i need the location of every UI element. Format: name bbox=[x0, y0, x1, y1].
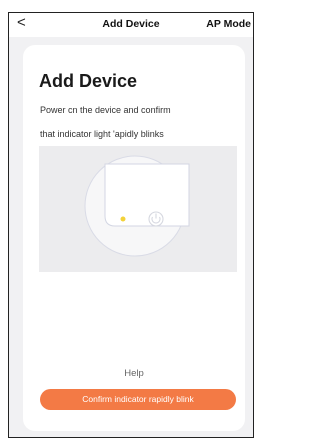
top-bar: < Add Device AP Mode bbox=[9, 13, 253, 37]
help-link[interactable]: Help bbox=[23, 368, 245, 379]
device-illustration-panel bbox=[39, 146, 237, 272]
ap-mode-button[interactable]: AP Mode bbox=[206, 18, 251, 30]
description-line-2: that indicator light 'apidly blinks bbox=[40, 129, 164, 139]
indicator-light-icon bbox=[120, 216, 126, 222]
device-body bbox=[104, 163, 190, 227]
confirm-blink-button[interactable]: Confirm indicator rapidly blink bbox=[40, 389, 236, 410]
add-device-card: Add Device Power cn the device and confi… bbox=[23, 45, 245, 431]
device-illustration bbox=[84, 155, 190, 257]
description-line-1: Power cn the device and confirm bbox=[40, 105, 171, 115]
app-window: < Add Device AP Mode Add Device Power cn… bbox=[8, 12, 254, 438]
card-heading: Add Device bbox=[39, 71, 138, 91]
